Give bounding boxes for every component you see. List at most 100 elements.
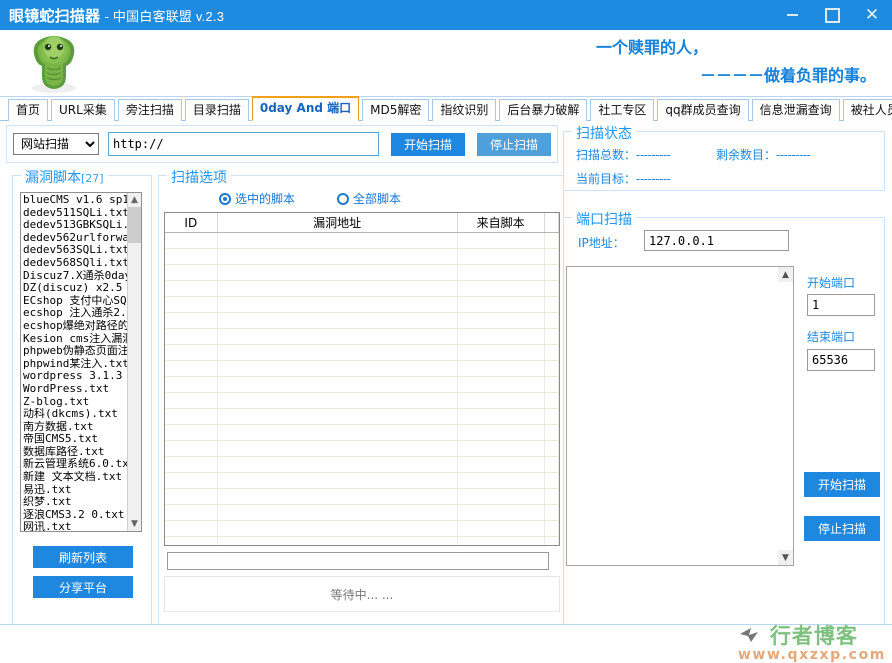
table-row[interactable] [165, 536, 559, 545]
port-output-scrollbar[interactable]: ▲ ▼ [778, 267, 793, 565]
port-output-area[interactable]: ▲ ▼ [566, 266, 794, 566]
stop-scan-button[interactable]: 停止扫描 [476, 132, 551, 156]
port-stop-scan-button[interactable]: 停止扫描 [804, 516, 880, 541]
script-list-item[interactable]: dedev513GBKSQLi.txt [23, 219, 131, 232]
tab-3[interactable]: 目录扫描 [184, 99, 249, 121]
vuln-scripts-scrollbar[interactable]: ▲ ▼ [127, 193, 141, 531]
tab-0[interactable]: 首页 [8, 99, 49, 121]
table-row[interactable] [165, 280, 559, 297]
script-list-item[interactable]: 数据库路径.txt [23, 446, 131, 459]
table-row[interactable] [165, 504, 559, 521]
script-list-item[interactable]: ecshop 注入通杀2.0.txt [23, 307, 131, 320]
table-row[interactable] [165, 424, 559, 441]
port-scroll-down-icon[interactable]: ▼ [778, 550, 793, 565]
results-col-header[interactable]: ID [165, 213, 218, 233]
table-row[interactable] [165, 488, 559, 505]
script-list-item[interactable]: dedev562urlforward.txt [23, 232, 131, 245]
table-cell [217, 536, 458, 545]
script-list-item[interactable]: 动科(dkcms).txt [23, 408, 131, 421]
start-scan-button[interactable]: 开始扫描 [390, 132, 465, 156]
tab-1[interactable]: URL采集 [51, 99, 115, 121]
script-list-item[interactable]: ECshop 支付中心SQL注入.txt [23, 295, 131, 308]
radio-all-label: 全部脚本 [353, 192, 402, 206]
minimize-button[interactable] [772, 0, 812, 30]
script-list-item[interactable]: 网讯.txt [23, 521, 131, 531]
radio-selected-scripts[interactable]: 选中的脚本 [219, 190, 295, 207]
ip-address-input[interactable] [644, 230, 789, 251]
table-row[interactable] [165, 360, 559, 377]
end-port-input[interactable] [807, 349, 875, 371]
maximize-button[interactable] [812, 0, 852, 30]
results-table-wrapper[interactable]: ID 漏洞地址 来自脚本 [164, 212, 560, 546]
tab-10[interactable]: 信息泄漏查询 [751, 99, 840, 121]
table-cell [165, 440, 218, 457]
table-cell [165, 408, 218, 425]
script-list-item[interactable]: Discuz7.X通杀0day注入.txt [23, 270, 131, 283]
share-platform-button[interactable]: 分享平台 [33, 576, 133, 598]
radio-all-scripts[interactable]: 全部脚本 [337, 190, 401, 207]
tab-5[interactable]: MD5解密 [362, 99, 430, 121]
table-cell [457, 360, 545, 377]
scroll-up-icon[interactable]: ▲ [128, 193, 141, 207]
table-row[interactable] [165, 248, 559, 265]
target-url-input[interactable] [108, 132, 379, 156]
table-row[interactable] [165, 296, 559, 313]
scrollbar-thumb[interactable] [128, 207, 141, 243]
script-list-item[interactable]: wordpress 3.1.3 注入.txt [23, 370, 131, 383]
script-list-item[interactable]: Z-blog.txt [23, 396, 131, 409]
results-col-header[interactable]: 来自脚本 [457, 213, 545, 233]
table-row[interactable] [165, 232, 559, 249]
scan-status-panel: 扫描状态 扫描总数：--------- 剩余数目：--------- 当前目标：… [563, 123, 885, 191]
script-list-item[interactable]: 南方数据.txt [23, 421, 131, 434]
table-row[interactable] [165, 440, 559, 457]
script-list-item[interactable]: dedev563SQLi.txt [23, 244, 131, 257]
scan-status-title: 扫描状态 [572, 123, 636, 143]
tab-4[interactable]: 0day And 端口 [251, 96, 360, 121]
close-button[interactable]: ✕ [852, 0, 892, 30]
script-list-item[interactable]: 逐浪CMS3.2 0.txt [23, 509, 131, 522]
script-list-item[interactable]: phpweb伪静态页面注入.txt [23, 345, 131, 358]
start-port-input[interactable] [807, 294, 875, 316]
script-list-item[interactable]: 易迅.txt [23, 484, 131, 497]
script-list-item[interactable]: 帝国CMS5.txt [23, 433, 131, 446]
script-list-item[interactable]: Kesion cms注入漏洞.txt [23, 333, 131, 346]
script-list-item[interactable]: 织梦.txt [23, 496, 131, 509]
scan-type-select[interactable]: 网站扫描 [13, 133, 99, 155]
script-list-item[interactable]: WordPress.txt [23, 383, 131, 396]
script-list-item[interactable]: dedev568SQli.txt [23, 257, 131, 270]
vuln-scripts-count: [27] [81, 172, 104, 185]
table-row[interactable] [165, 376, 559, 393]
script-list-item[interactable]: blueCMS v1.6 sp1 注入.txt [23, 194, 131, 207]
script-list-item[interactable]: 新云管理系统6.0.txt [23, 458, 131, 471]
table-row[interactable] [165, 392, 559, 409]
tab-6[interactable]: 指纹识别 [432, 99, 497, 121]
progress-input[interactable] [167, 552, 549, 570]
table-row[interactable] [165, 520, 559, 537]
script-list-item[interactable]: 新建 文本文档.txt [23, 471, 131, 484]
tab-label: 信息泄漏查询 [759, 103, 832, 117]
refresh-list-button[interactable]: 刷新列表 [33, 546, 133, 568]
script-list-item[interactable]: DZ(discuz) x2.5 爆路径.txt [23, 282, 131, 295]
table-row[interactable] [165, 328, 559, 345]
results-col-header[interactable]: 漏洞地址 [217, 213, 458, 233]
table-row[interactable] [165, 344, 559, 361]
tab-9[interactable]: qq群成员查询 [657, 99, 749, 121]
tab-2[interactable]: 旁注扫描 [117, 99, 182, 121]
table-cell [457, 232, 545, 249]
table-row[interactable] [165, 264, 559, 281]
tab-7[interactable]: 后台暴力破解 [499, 99, 588, 121]
script-list-item[interactable]: dedev511SQLi.txt [23, 207, 131, 220]
table-row[interactable] [165, 312, 559, 329]
table-row[interactable] [165, 408, 559, 425]
scroll-down-icon[interactable]: ▼ [128, 517, 141, 531]
script-list-item[interactable]: phpwind某注入.txt [23, 358, 131, 371]
script-list-item[interactable]: ecshop爆绝对路径的漏洞.txt [23, 320, 131, 333]
port-start-scan-button[interactable]: 开始扫描 [804, 472, 880, 497]
vuln-scripts-list[interactable]: blueCMS v1.6 sp1 注入.txtdedev511SQLi.txtd… [21, 193, 131, 531]
port-scroll-up-icon[interactable]: ▲ [778, 267, 793, 282]
vuln-scripts-listbox[interactable]: blueCMS v1.6 sp1 注入.txtdedev511SQLi.txtd… [20, 192, 142, 532]
table-row[interactable] [165, 472, 559, 489]
tab-8[interactable]: 社工专区 [590, 99, 655, 121]
table-row[interactable] [165, 456, 559, 473]
tab-11[interactable]: 被社人员统计 [842, 99, 892, 121]
